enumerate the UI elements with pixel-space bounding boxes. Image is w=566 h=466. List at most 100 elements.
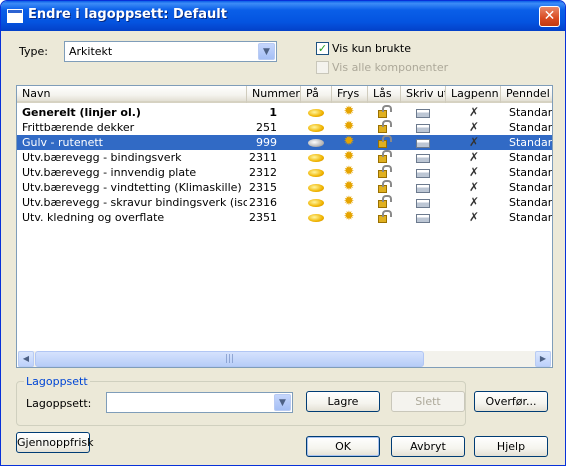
table-row[interactable]: Utv.bærevegg - bindingsverk 2311 ✹ ✗ Standar… [17, 150, 552, 165]
close-icon: ✕ [543, 8, 556, 24]
printer-icon[interactable] [416, 169, 430, 178]
scroll-thumb[interactable]: ||| [35, 351, 424, 367]
pen-icon[interactable]: ✗ [467, 196, 481, 208]
unlock-icon[interactable] [378, 105, 392, 118]
table-row[interactable]: Utv.bærevegg - vindtetting (Klimaskille)… [17, 180, 552, 195]
close-button[interactable]: ✕ [539, 6, 560, 27]
row-number: 251 [256, 121, 277, 134]
checkmark-icon: ✓ [317, 42, 328, 55]
layer-on-icon[interactable] [308, 214, 324, 222]
chevron-down-icon[interactable]: ▼ [258, 43, 275, 60]
row-number: 999 [256, 136, 277, 149]
pen-icon[interactable]: ✗ [467, 211, 481, 223]
vis-kun-brukte-label[interactable]: Vis kun brukte [332, 42, 411, 55]
row-penndel: Standard [509, 136, 553, 149]
table-row[interactable]: Utv. kledning og overflate 2351 ✹ ✗ Standard [17, 210, 552, 225]
layer-list[interactable]: Navn Nummer På Frys Lås Skriv ut Lagpenn… [16, 85, 553, 368]
row-number: 2315 [249, 181, 277, 194]
layer-on-icon[interactable] [308, 169, 324, 177]
pen-icon[interactable]: ✗ [467, 166, 481, 178]
pen-icon[interactable]: ✗ [467, 151, 481, 163]
unlock-icon[interactable] [378, 195, 392, 208]
column-header-navn[interactable]: Navn [17, 86, 247, 103]
unlock-icon[interactable] [378, 180, 392, 193]
layer-on-icon[interactable] [308, 184, 324, 192]
save-button[interactable]: Lagre [306, 391, 380, 412]
printer-icon[interactable] [416, 184, 430, 193]
row-name: Utv. kledning og overflate [22, 211, 165, 224]
column-header-nummer[interactable]: Nummer [247, 86, 301, 103]
vis-alle-komponenter-checkbox[interactable] [316, 61, 329, 74]
row-number: 1 [269, 106, 277, 119]
refresh-button[interactable]: Gjennoppfrisk [16, 432, 94, 453]
freeze-sun-icon[interactable]: ✹ [342, 165, 356, 178]
lagoppsett-dropdown[interactable]: ▼ [106, 392, 293, 413]
column-header-skriv-ut[interactable]: Skriv ut [401, 86, 446, 103]
chevron-down-icon[interactable]: ▼ [274, 394, 291, 411]
vis-alle-komponenter-label[interactable]: Vis alle komponenter [332, 61, 448, 74]
horizontal-scrollbar[interactable]: ◀ ||| ▶ [18, 351, 551, 367]
freeze-sun-icon[interactable]: ✹ [342, 150, 356, 163]
layer-on-icon[interactable] [308, 124, 324, 132]
layer-on-icon[interactable] [308, 154, 324, 162]
arrow-right-icon: ▶ [539, 354, 547, 363]
printer-icon[interactable] [416, 139, 430, 148]
type-dropdown[interactable]: Arkitekt ▼ [64, 41, 277, 62]
scroll-left-button[interactable]: ◀ [18, 351, 34, 367]
lagoppsett-group-title: Lagoppsett [24, 375, 90, 388]
cancel-button[interactable]: Avbryt [391, 436, 465, 457]
pen-icon[interactable]: ✗ [467, 106, 481, 118]
freeze-sun-icon[interactable]: ✹ [342, 180, 356, 193]
row-number: 2311 [249, 151, 277, 164]
printer-icon[interactable] [416, 154, 430, 163]
column-header-pa[interactable]: På [301, 86, 332, 103]
layer-on-icon[interactable] [308, 109, 324, 117]
row-name: Utv.bærevegg - innvendig plate [22, 166, 197, 179]
type-label: Type: [19, 45, 48, 58]
unlock-icon[interactable] [378, 135, 392, 148]
table-row[interactable]: Gulv - rutenett 999 ✹ ✗ Standard [17, 135, 552, 150]
help-button[interactable]: Hjelp [474, 436, 548, 457]
dialog-window: Endre i lagoppsett: Default ✕ Type: Arki… [0, 0, 566, 466]
lagoppsett-label: Lagoppsett: [26, 397, 92, 410]
window-title: Endre i lagoppsett: Default [28, 7, 227, 22]
printer-icon[interactable] [416, 109, 430, 118]
window-icon [7, 9, 23, 23]
freeze-sun-icon[interactable]: ✹ [342, 210, 356, 223]
transfer-button[interactable]: Overfør... [474, 391, 548, 412]
column-header-las[interactable]: Lås [368, 86, 401, 103]
freeze-sun-icon[interactable]: ✹ [342, 195, 356, 208]
delete-button[interactable]: Slett [391, 391, 465, 412]
row-penndel: Standard [509, 166, 553, 179]
pen-icon[interactable]: ✗ [467, 136, 481, 148]
table-row[interactable]: Utv.bærevegg - skravur bindingsverk (iso… [17, 195, 552, 210]
freeze-sun-icon[interactable]: ✹ [342, 120, 356, 133]
unlock-icon[interactable] [378, 210, 392, 223]
pen-icon[interactable]: ✗ [467, 181, 481, 193]
unlock-icon[interactable] [378, 120, 392, 133]
column-header-frys[interactable]: Frys [332, 86, 368, 103]
printer-icon[interactable] [416, 214, 430, 223]
ok-button[interactable]: OK [306, 436, 380, 457]
row-penndel: Standard [509, 196, 553, 209]
scroll-right-button[interactable]: ▶ [535, 351, 551, 367]
printer-icon[interactable] [416, 199, 430, 208]
column-header-penndel[interactable]: Penndel [501, 86, 552, 103]
table-row[interactable]: Frittbærende dekker 251 ✹ ✗ Standard [17, 120, 552, 135]
column-header-lagpenn[interactable]: Lagpenn [446, 86, 501, 103]
table-row[interactable]: Generelt (linjer ol.) 1 ✹ ✗ Standard [17, 105, 552, 120]
vis-kun-brukte-checkbox[interactable]: ✓ [316, 42, 329, 55]
layer-on-icon[interactable] [308, 199, 324, 207]
row-name: Utv.bærevegg - vindtetting (Klimaskille) [22, 181, 242, 194]
printer-icon[interactable] [416, 124, 430, 133]
unlock-icon[interactable] [378, 165, 392, 178]
row-penndel: Standard [509, 151, 553, 164]
layer-off-icon[interactable] [308, 139, 324, 147]
pen-icon[interactable]: ✗ [467, 121, 481, 133]
title-bar[interactable]: Endre i lagoppsett: Default ✕ [1, 1, 565, 31]
unlock-icon[interactable] [378, 150, 392, 163]
table-row[interactable]: Utv.bærevegg - innvendig plate 2312 ✹ ✗ Stan… [17, 165, 552, 180]
freeze-sun-icon[interactable]: ✹ [342, 105, 356, 118]
row-number: 2316 [249, 196, 277, 209]
freeze-sun-icon[interactable]: ✹ [342, 135, 356, 148]
